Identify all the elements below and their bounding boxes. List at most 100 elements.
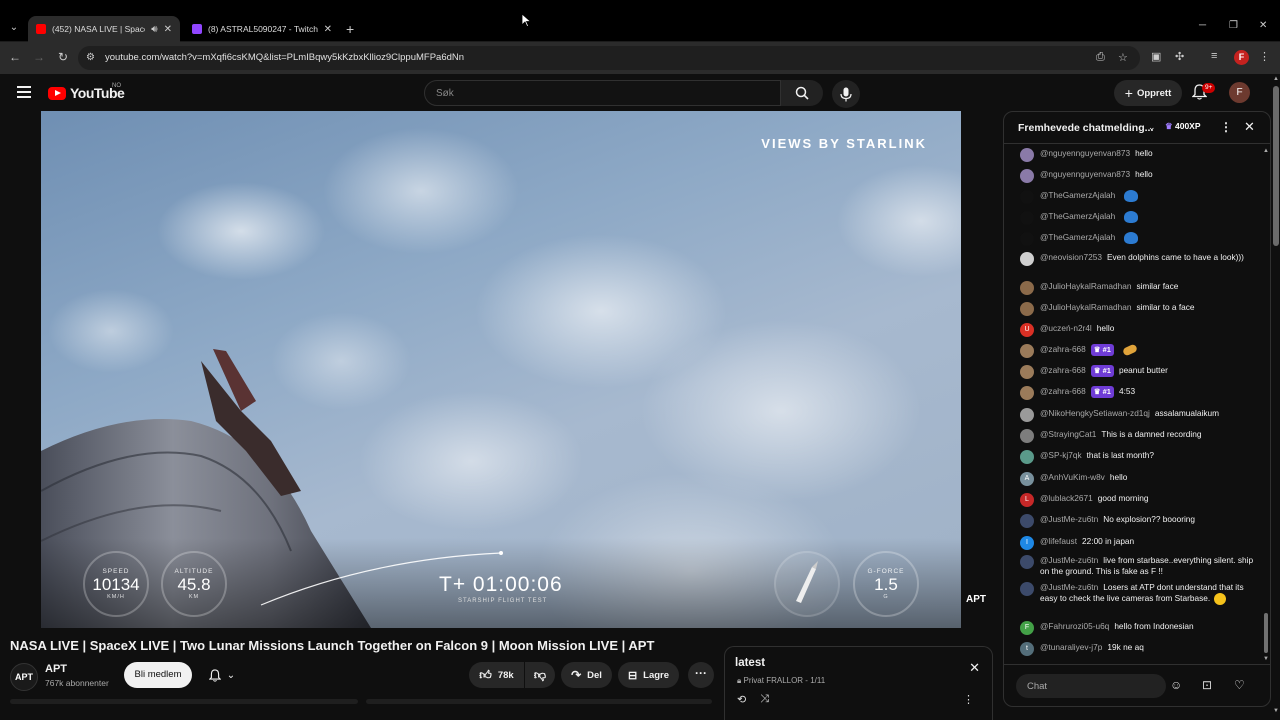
channel-avatar[interactable]: APT bbox=[10, 663, 38, 691]
chat-message[interactable]: t @tunaraliyev-j7p 19k ne aq bbox=[1004, 642, 1262, 656]
loop-icon[interactable]: ⟲ bbox=[737, 693, 746, 706]
tab-search-icon[interactable]: ⌄ bbox=[6, 20, 22, 36]
shuffle-icon[interactable]: ⤨ bbox=[760, 693, 769, 706]
chat-message[interactable]: @NikoHengkySetiawan-zd1qj assalamualaikum bbox=[1004, 408, 1262, 422]
chat-author-avatar[interactable] bbox=[1020, 450, 1034, 464]
channel-name[interactable]: APT bbox=[45, 663, 67, 675]
chat-mode-selector[interactable]: Fremhevede chatmelding... bbox=[1018, 122, 1153, 134]
close-playlist-icon[interactable]: ✕ bbox=[969, 660, 980, 676]
chat-author-name[interactable]: @uczeń-n2r4l bbox=[1040, 323, 1092, 333]
chat-author-avatar[interactable]: A bbox=[1020, 472, 1034, 486]
chat-author-name[interactable]: @AnhVuKim-w8v bbox=[1040, 472, 1105, 482]
chat-message[interactable]: @TheGamerzAjalah bbox=[1004, 232, 1262, 246]
chat-message[interactable]: A @AnhVuKim-w8v hello bbox=[1004, 472, 1262, 486]
address-bar[interactable]: ⚙ youtube.com/watch?v=mXqfi6csKMQ&list=P… bbox=[78, 46, 1140, 70]
share-button[interactable]: ↷ Del bbox=[561, 662, 612, 688]
scroll-down-icon[interactable]: ▼ bbox=[1273, 708, 1279, 714]
account-avatar[interactable]: F bbox=[1229, 82, 1250, 103]
chat-message[interactable]: @JulioHaykalRamadhan similar to a face bbox=[1004, 302, 1262, 316]
chat-author-name[interactable]: @JustMe-zu6tn bbox=[1040, 555, 1098, 565]
chat-scroll-thumb[interactable] bbox=[1264, 613, 1268, 653]
xp-badge[interactable]: ♛ 400XP bbox=[1165, 121, 1201, 132]
chat-author-name[interactable]: @neovision7253 bbox=[1040, 252, 1102, 262]
maximize-icon[interactable]: ❐ bbox=[1229, 20, 1238, 31]
chat-author-name[interactable]: @JustMe-zu6tn bbox=[1040, 582, 1098, 592]
url-text[interactable]: youtube.com/watch?v=mXqfi6csKMQ&list=PLm… bbox=[105, 52, 464, 63]
chat-author-name[interactable]: @nguyennguyenvan873 bbox=[1040, 148, 1130, 158]
chat-message[interactable]: @nguyennguyenvan873 hello bbox=[1004, 169, 1262, 183]
chat-author-name[interactable]: @zahra-668 bbox=[1040, 365, 1086, 375]
menu-icon[interactable] bbox=[17, 86, 31, 101]
chat-author-avatar[interactable]: t bbox=[1020, 642, 1034, 656]
chat-message[interactable]: @nguyennguyenvan873 hello bbox=[1004, 148, 1262, 162]
chat-message[interactable]: @JulioHaykalRamadhan similar face bbox=[1004, 281, 1262, 295]
chat-author-avatar[interactable] bbox=[1020, 582, 1034, 596]
extensions-icon[interactable]: ✣ bbox=[1175, 50, 1184, 63]
chat-author-name[interactable]: @zahra-668 bbox=[1040, 344, 1086, 354]
cast-icon[interactable]: ▣ bbox=[1151, 50, 1161, 63]
dislike-button[interactable]: 👎︎ bbox=[525, 662, 555, 688]
super-chat-icon[interactable]: ⊡ bbox=[1202, 678, 1212, 692]
subscription-bell-button[interactable]: ⌄ bbox=[197, 662, 247, 688]
chat-author-name[interactable]: @lublack2671 bbox=[1040, 493, 1093, 503]
chat-message[interactable]: U @uczeń-n2r4l hello bbox=[1004, 323, 1262, 337]
chat-message[interactable]: @JustMe-zu6tn live from starbase..everyth… bbox=[1004, 555, 1262, 577]
chevron-down-icon[interactable]: ⌄ bbox=[1148, 122, 1156, 133]
chat-author-avatar[interactable] bbox=[1020, 281, 1034, 295]
media-controls-icon[interactable]: ≡ bbox=[1211, 50, 1217, 62]
chat-author-name[interactable]: @lifefaust bbox=[1040, 536, 1077, 546]
playlist-title[interactable]: latest bbox=[735, 657, 765, 669]
heart-icon[interactable]: ♡ bbox=[1234, 678, 1245, 692]
chat-message[interactable]: @zahra-668 ♛ #1 4:53 bbox=[1004, 386, 1262, 400]
search-input[interactable] bbox=[425, 81, 780, 105]
chat-message[interactable]: @TheGamerzAjalah bbox=[1004, 211, 1262, 225]
join-button[interactable]: Bli medlem bbox=[124, 662, 192, 688]
chat-author-name[interactable]: @zahra-668 bbox=[1040, 386, 1086, 396]
chat-message[interactable]: @zahra-668 ♛ #1 peanut butter bbox=[1004, 365, 1262, 379]
window-close-icon[interactable]: ✕ bbox=[1259, 20, 1267, 31]
chat-author-avatar[interactable] bbox=[1020, 408, 1034, 422]
chat-author-name[interactable]: @JustMe-zu6tn bbox=[1040, 514, 1098, 524]
chat-author-avatar[interactable] bbox=[1020, 514, 1034, 528]
scroll-up-icon[interactable]: ▲ bbox=[1273, 76, 1279, 82]
browser-profile-avatar[interactable]: F bbox=[1234, 50, 1249, 65]
chat-message[interactable]: @JustMe-zu6tn No explosion?? boooring bbox=[1004, 514, 1262, 528]
chat-author-avatar[interactable] bbox=[1020, 344, 1034, 358]
chat-author-name[interactable]: @SP-kj7qk bbox=[1040, 450, 1082, 460]
chat-scrollbar[interactable]: ▲ ▼ bbox=[1263, 148, 1269, 664]
chat-author-name[interactable]: @JulioHaykalRamadhan bbox=[1040, 281, 1131, 291]
close-chat-icon[interactable]: ✕ bbox=[1244, 119, 1255, 135]
new-tab-icon[interactable]: + bbox=[346, 21, 354, 37]
emoji-icon[interactable]: ☺ bbox=[1170, 678, 1182, 692]
chat-message[interactable]: @neovision7253 Even dolphins came to have… bbox=[1004, 252, 1262, 266]
chat-author-avatar[interactable] bbox=[1020, 190, 1034, 204]
back-icon[interactable]: ← bbox=[7, 50, 23, 64]
install-app-icon[interactable]: ⎙ bbox=[1096, 51, 1105, 64]
chat-author-name[interactable]: @nguyennguyenvan873 bbox=[1040, 169, 1130, 179]
chat-author-avatar[interactable] bbox=[1020, 302, 1034, 316]
chat-input[interactable] bbox=[1016, 674, 1166, 698]
chat-author-name[interactable]: @TheGamerzAjalah bbox=[1040, 190, 1115, 200]
scroll-down-icon[interactable]: ▼ bbox=[1263, 656, 1269, 662]
chat-message[interactable]: @JustMe-zu6tn Losers at ATP dont understa… bbox=[1004, 582, 1262, 605]
minimize-icon[interactable]: ─ bbox=[1199, 20, 1206, 31]
close-tab-icon[interactable]: ✕ bbox=[164, 24, 172, 35]
bookmark-star-icon[interactable]: ☆ bbox=[1118, 51, 1128, 64]
speaker-icon[interactable]: 🔊︎ bbox=[151, 24, 157, 35]
tab-youtube[interactable]: (452) NASA LIVE | SpaceX LI 🔊︎ ✕ bbox=[28, 16, 180, 42]
chat-author-name[interactable]: @StrayingCat1 bbox=[1040, 429, 1096, 439]
chat-author-avatar[interactable]: F bbox=[1020, 621, 1034, 635]
chat-author-name[interactable]: @Fahrurozi05-u6q bbox=[1040, 621, 1109, 631]
chat-message[interactable]: @zahra-668 ♛ #1 bbox=[1004, 343, 1262, 358]
chat-author-avatar[interactable] bbox=[1020, 386, 1034, 400]
reload-icon[interactable]: ↻ bbox=[55, 50, 71, 64]
chat-message[interactable]: I @lifefaust 22:00 in japan bbox=[1004, 536, 1262, 550]
page-scrollbar[interactable]: ▲ ▼ bbox=[1272, 74, 1280, 720]
create-button[interactable]: + Opprett bbox=[1114, 80, 1182, 106]
chat-author-avatar[interactable] bbox=[1020, 429, 1034, 443]
browser-menu-icon[interactable]: ⋮ bbox=[1259, 50, 1270, 63]
page-scroll-thumb[interactable] bbox=[1273, 86, 1279, 246]
save-button[interactable]: ⊟ Lagre bbox=[618, 662, 679, 688]
scroll-up-icon[interactable]: ▲ bbox=[1263, 148, 1269, 154]
video-player[interactable]: VIEWS BY STARLINK SPEED 10134 KM/H ALTIT… bbox=[41, 111, 961, 628]
